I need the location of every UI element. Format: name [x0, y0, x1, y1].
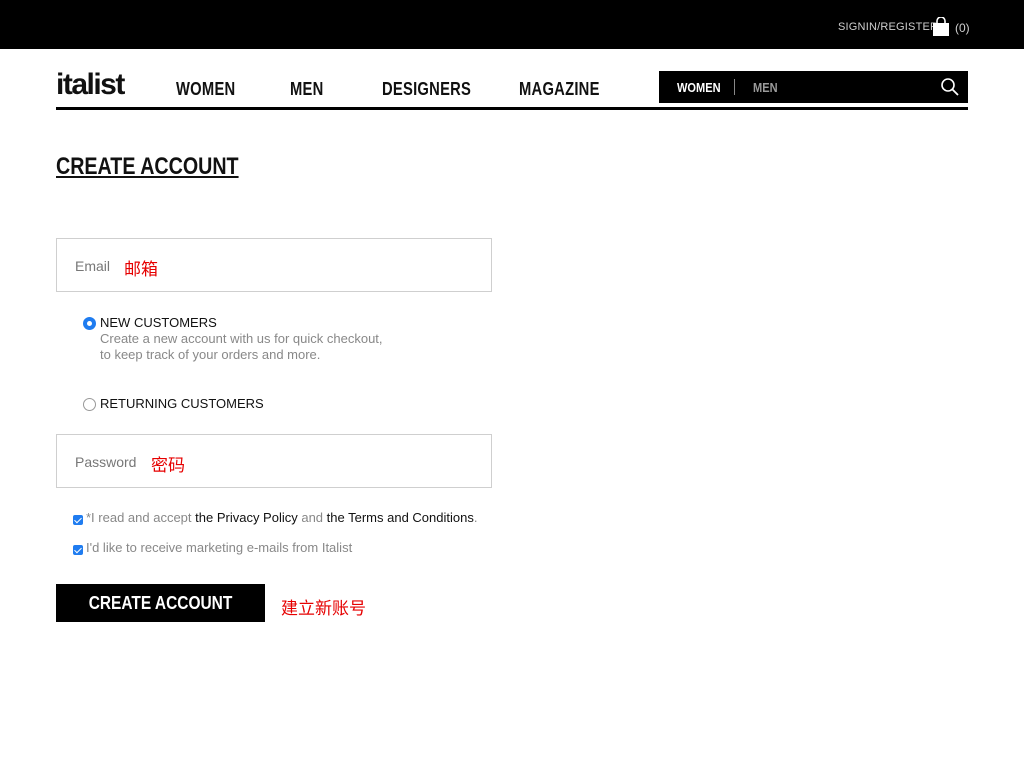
new-customers-label[interactable]: NEW CUSTOMERS [100, 315, 217, 330]
new-customers-desc-line1: Create a new account with us for quick c… [100, 331, 383, 346]
email-field[interactable]: Email [56, 238, 495, 293]
cta-annotation: 建立新账号 [281, 599, 366, 619]
terms-and: and [297, 510, 327, 525]
create-account-button[interactable]: CREATE ACCOUNT [56, 584, 265, 622]
italist-logo[interactable]: italist [56, 68, 125, 102]
marketing-checkbox[interactable] [73, 545, 83, 555]
nav-link-women[interactable]: WOMEN [176, 79, 235, 100]
new-customers-description: Create a new account with us for quick c… [100, 331, 430, 363]
new-customers-radio[interactable] [83, 317, 96, 330]
email-input[interactable] [57, 239, 495, 293]
password-field[interactable]: Password [56, 434, 495, 489]
nav-link-men[interactable]: MEN [290, 79, 324, 100]
create-account-button-label: CREATE ACCOUNT [88, 592, 233, 613]
terms-text: *I read and accept the Privacy Policy an… [86, 510, 477, 525]
search-bar[interactable]: WOMEN MEN [659, 71, 968, 103]
page-title: CREATE ACCOUNT [56, 153, 239, 180]
returning-customers-label[interactable]: RETURNING CUSTOMERS [100, 396, 264, 411]
search-tab-divider [734, 79, 735, 95]
returning-customers-radio[interactable] [83, 398, 96, 411]
terms-suffix: . [473, 510, 478, 525]
search-tab-men[interactable]: MEN [753, 80, 778, 95]
nav-divider [56, 107, 968, 110]
nav-link-designers[interactable]: DESIGNERS [382, 79, 471, 100]
search-tab-women[interactable]: WOMEN [677, 80, 721, 95]
terms-checkbox[interactable] [73, 515, 83, 525]
marketing-label: I'd like to receive marketing e-mails fr… [86, 540, 353, 555]
nav-link-magazine[interactable]: MAGAZINE [519, 79, 600, 100]
password-input[interactable] [57, 435, 495, 489]
privacy-policy-link[interactable]: the Privacy Policy [195, 510, 298, 525]
top-bar: SIGNIN/REGISTER (0) [0, 0, 1024, 49]
search-icon[interactable] [940, 77, 960, 97]
new-customers-desc-line2: to keep track of your orders and more. [100, 347, 321, 362]
signin-register-link[interactable]: SIGNIN/REGISTER [838, 21, 938, 33]
bag-count: (0) [955, 21, 970, 35]
password-annotation: 密码 [151, 456, 185, 476]
terms-prefix: *I read and accept [86, 510, 196, 525]
email-annotation: 邮箱 [124, 260, 158, 280]
terms-conditions-link[interactable]: the Terms and Conditions [327, 510, 474, 525]
shopping-bag-icon[interactable] [932, 17, 950, 37]
